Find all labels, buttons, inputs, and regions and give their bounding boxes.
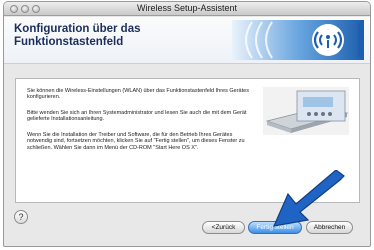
title-bar: Wireless Setup-Assistent — [4, 2, 370, 16]
info-paragraph-2: Bitte wenden Sie sich an Ihren Systemadm… — [27, 110, 247, 123]
device-panel-icon — [263, 87, 349, 135]
page-title-line1: Konfiguration über das — [14, 23, 141, 35]
window-title: Wireless Setup-Assistent — [136, 3, 238, 13]
info-paragraph-1: Sie können die Wireless-Einstellungen (W… — [27, 88, 249, 101]
help-button[interactable]: ? — [14, 210, 28, 224]
page-title: Konfiguration über das Funktionstastenfe… — [14, 23, 234, 49]
setup-window: Wireless Setup-Assistent Konfiguration ü… — [3, 1, 371, 247]
info-paragraph-3: Wenn Sie die Installation der Treiber un… — [27, 132, 245, 151]
back-button[interactable]: <Zurück — [202, 221, 245, 234]
header-banner: Konfiguration über das Funktionstastenfe… — [4, 17, 370, 64]
pointer-arrow-icon — [273, 170, 345, 227]
wireless-logo-icon — [232, 20, 364, 60]
page-title-line2: Funktionstastenfeld — [14, 36, 124, 48]
